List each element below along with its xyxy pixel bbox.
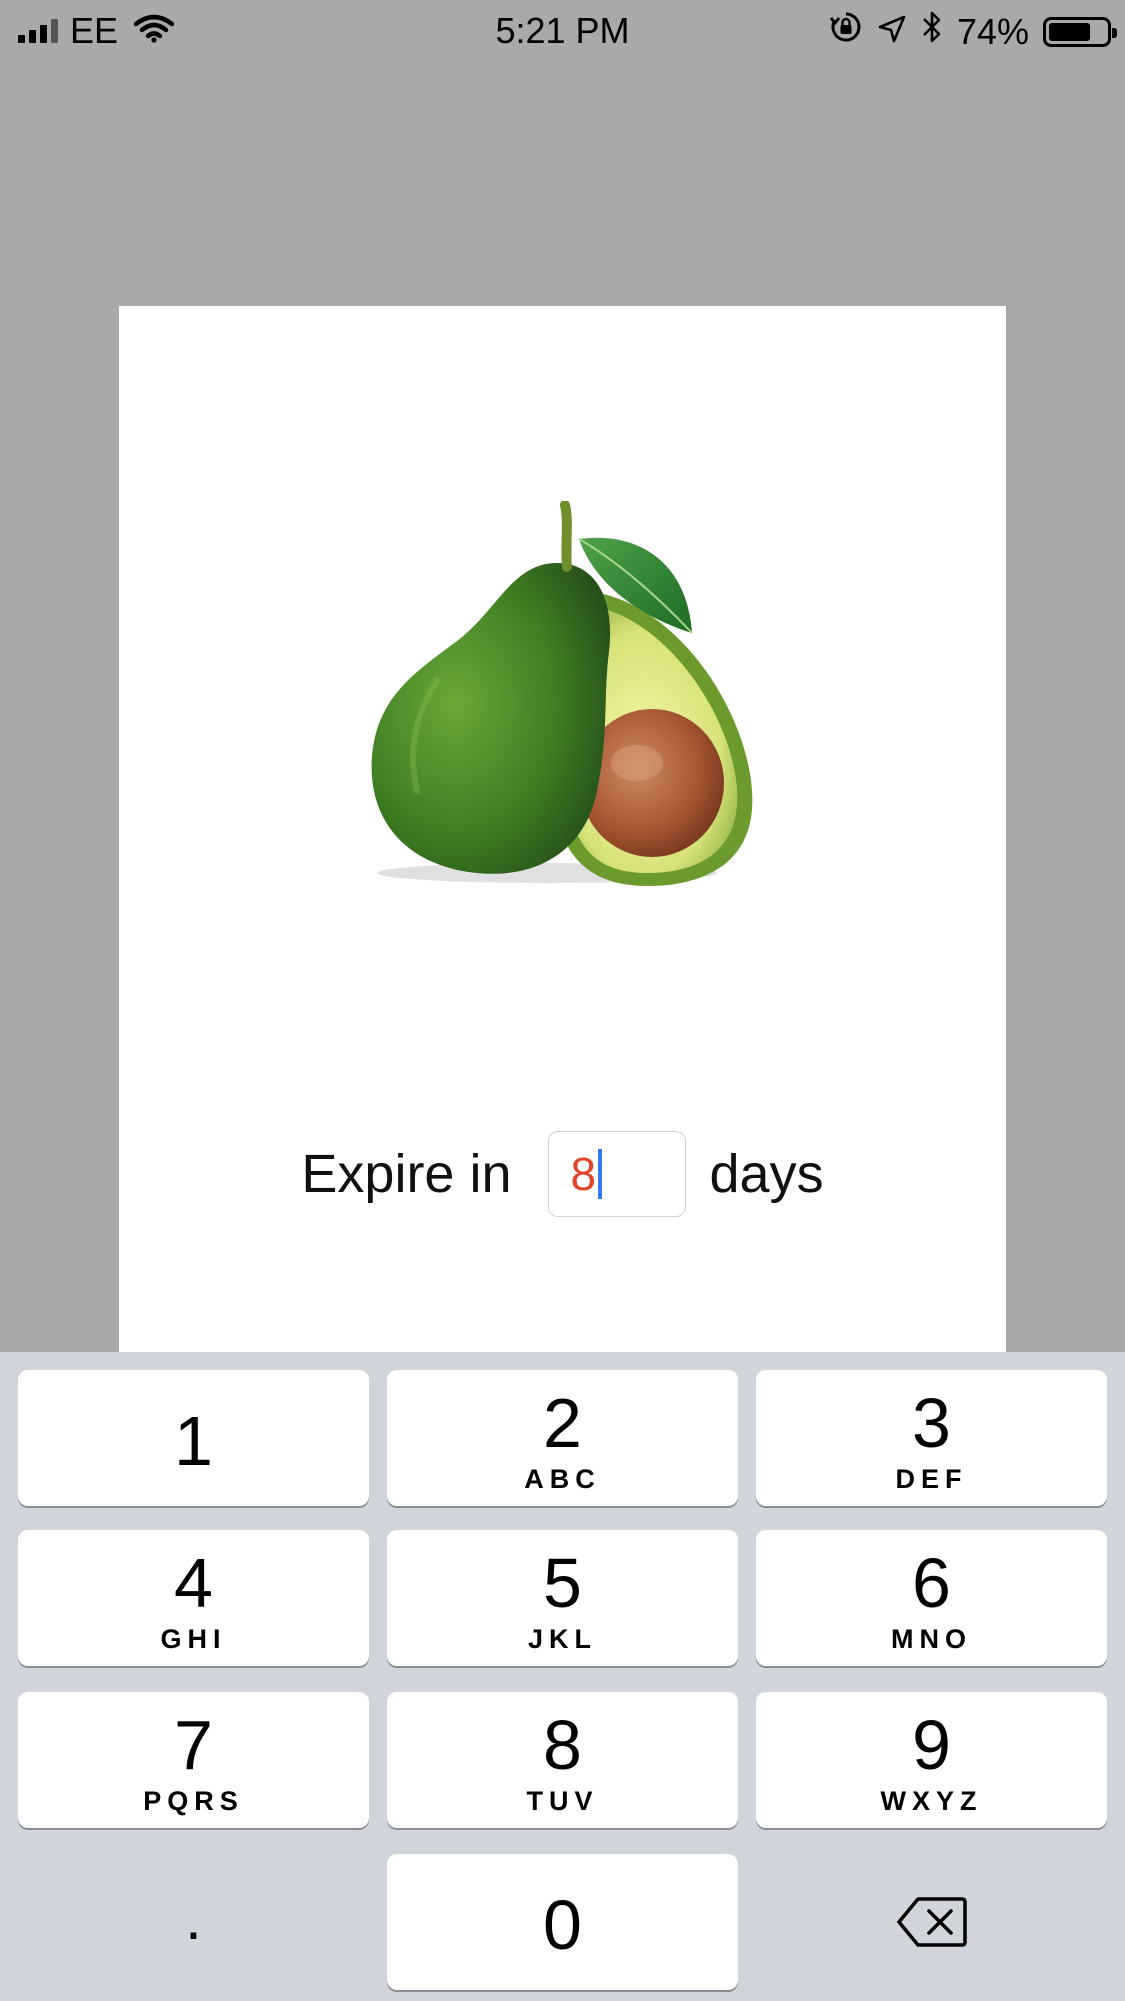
key-8-letters: TUV — [526, 1786, 599, 1816]
key-3[interactable]: 3 DEF — [756, 1370, 1107, 1506]
key-5[interactable]: 5 JKL — [387, 1530, 738, 1666]
key-3-digit: 3 — [912, 1384, 951, 1462]
text-caret — [598, 1149, 603, 1199]
backspace-icon — [756, 1854, 1107, 1990]
key-4-letters: GHI — [160, 1624, 227, 1654]
rotation-lock-icon — [829, 10, 863, 53]
battery-level — [1049, 22, 1090, 41]
expire-days-value: 8 — [570, 1148, 597, 1200]
avocado-image — [347, 500, 787, 911]
expire-prefix-label: Expire in — [301, 1144, 512, 1204]
status-bar: EE 5:21 PM 74% — [0, 0, 1125, 62]
wifi-icon — [133, 10, 175, 52]
key-1[interactable]: 1 — [18, 1370, 369, 1506]
key-4[interactable]: 4 GHI — [18, 1530, 369, 1666]
signal-icon — [18, 19, 58, 43]
location-icon — [877, 11, 907, 53]
battery-percent: 74% — [956, 10, 1029, 52]
expire-row: Expire in 8 days — [119, 1128, 1006, 1220]
key-8[interactable]: 8 TUV — [387, 1692, 738, 1828]
expire-suffix-label: days — [709, 1144, 824, 1204]
key-4-digit: 4 — [174, 1544, 213, 1622]
expire-days-input[interactable]: 8 — [547, 1131, 686, 1217]
numeric-keypad: 1 2 ABC 3 DEF 4 GHI 5 JKL 6 MNO 7 PQRS 8… — [0, 1352, 1125, 2001]
key-9-letters: WXYZ — [880, 1786, 983, 1816]
product-card: Expire in 8 days — [119, 306, 1006, 1352]
key-6[interactable]: 6 MNO — [756, 1530, 1107, 1666]
key-9-digit: 9 — [912, 1706, 951, 1784]
status-left: EE — [18, 10, 175, 52]
key-6-digit: 6 — [912, 1544, 951, 1622]
key-7-letters: PQRS — [143, 1786, 244, 1816]
key-9[interactable]: 9 WXYZ — [756, 1692, 1107, 1828]
key-0-digit: 0 — [543, 1886, 582, 1964]
key-5-digit: 5 — [543, 1544, 582, 1622]
key-6-letters: MNO — [891, 1624, 972, 1654]
decimal-key-label: . — [185, 1885, 202, 1952]
key-2[interactable]: 2 ABC — [387, 1370, 738, 1506]
key-8-digit: 8 — [543, 1706, 582, 1784]
key-2-digit: 2 — [543, 1384, 582, 1462]
key-7-digit: 7 — [174, 1706, 213, 1784]
decimal-key[interactable]: . — [18, 1854, 369, 1990]
key-7[interactable]: 7 PQRS — [18, 1692, 369, 1828]
battery-icon — [1043, 16, 1117, 47]
backspace-key[interactable] — [756, 1854, 1107, 1990]
key-5-letters: JKL — [527, 1624, 597, 1654]
status-right: 74% — [829, 10, 1117, 53]
key-2-letters: ABC — [524, 1464, 601, 1494]
key-0[interactable]: 0 — [387, 1854, 738, 1990]
key-3-letters: DEF — [895, 1464, 968, 1494]
carrier-label: EE — [70, 10, 119, 51]
bluetooth-icon — [921, 10, 943, 53]
app-screen: EE 5:21 PM 74% Expire in 8 days 1 2 ABC … — [0, 0, 1125, 2001]
key-1-digit: 1 — [174, 1402, 213, 1480]
